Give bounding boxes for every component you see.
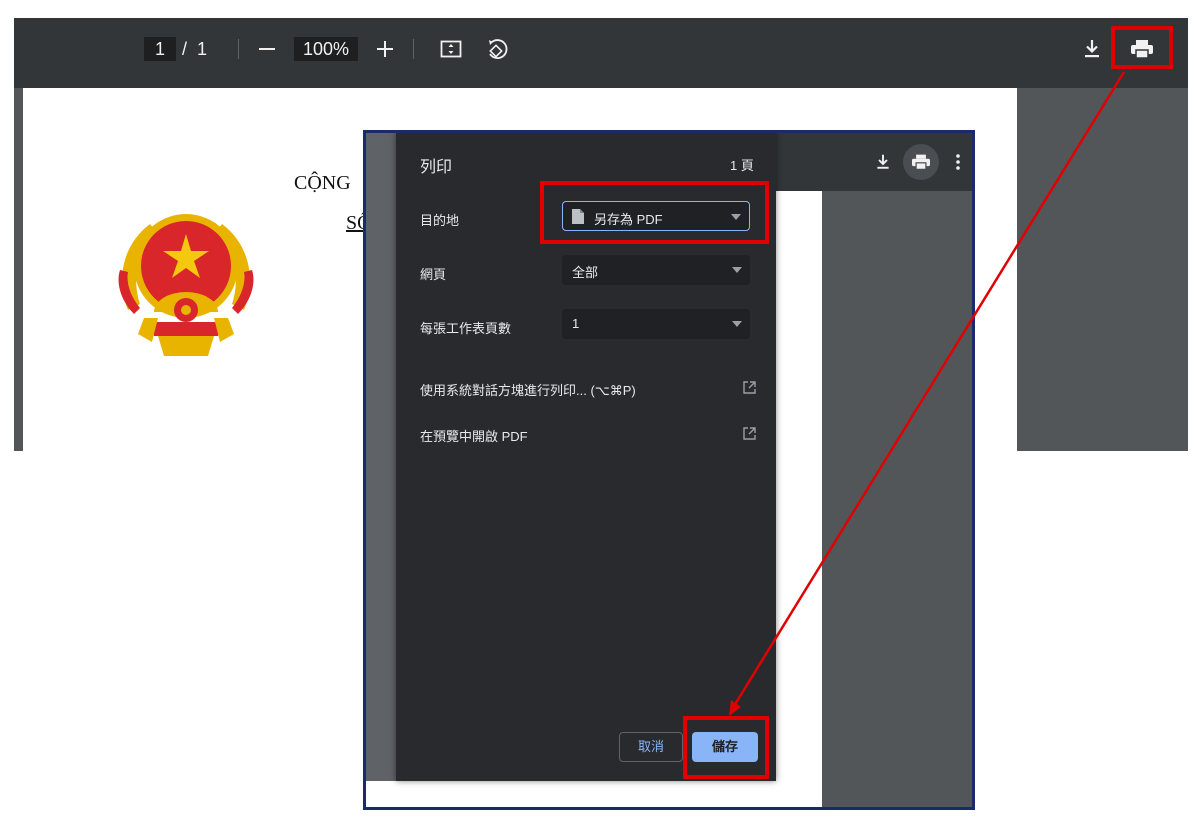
- inset-download-button[interactable]: [872, 151, 894, 173]
- pages-per-sheet-select[interactable]: 1: [562, 309, 750, 339]
- inset-more-button[interactable]: [951, 151, 965, 173]
- rotate-button[interactable]: [484, 36, 510, 62]
- fit-page-button[interactable]: [438, 36, 464, 62]
- open-preview-link[interactable]: 在預覽中開啟 PDF: [420, 426, 756, 446]
- destination-highlight-box: [540, 181, 769, 244]
- zoom-input[interactable]: 100%: [294, 37, 358, 61]
- current-page-input[interactable]: 1: [144, 37, 176, 61]
- inset-preview-page: [776, 191, 822, 807]
- pages-label: 網頁: [420, 267, 447, 282]
- zoom-out-button[interactable]: [256, 38, 278, 60]
- system-dialog-label: 使用系統對話方塊進行列印... (⌥⌘P): [420, 383, 636, 398]
- toolbar-divider: [413, 39, 414, 59]
- toolbar-divider: [238, 39, 239, 59]
- print-icon: [912, 154, 930, 170]
- plus-icon: [377, 41, 393, 57]
- destination-label: 目的地: [420, 213, 460, 228]
- more-vert-icon: [956, 154, 960, 170]
- download-button[interactable]: [1080, 36, 1104, 62]
- fit-page-icon: [440, 40, 462, 58]
- save-highlight-box: [683, 716, 769, 779]
- chevron-down-icon: [732, 321, 742, 327]
- page-separator: /: [182, 39, 188, 59]
- total-pages: 1: [197, 39, 208, 59]
- chevron-down-icon: [732, 267, 742, 273]
- zoom-in-button[interactable]: [374, 38, 396, 60]
- download-icon: [877, 154, 889, 169]
- inset-left-strip: [366, 133, 396, 781]
- document-heading: CỘNG: [294, 172, 351, 194]
- pages-select[interactable]: 全部: [562, 255, 750, 285]
- inset-print-button[interactable]: [903, 144, 939, 180]
- pages-per-sheet-label: 每張工作表頁數: [420, 321, 512, 336]
- system-dialog-link[interactable]: 使用系統對話方塊進行列印... (⌥⌘P): [420, 380, 756, 400]
- inset-bottom-area: [366, 781, 776, 807]
- download-icon: [1085, 40, 1099, 58]
- minus-icon: [259, 48, 275, 50]
- inset-viewer-background: [822, 191, 972, 807]
- viewer-background: [1017, 88, 1188, 451]
- pages-value: 全部: [572, 265, 599, 280]
- vietnam-emblem: [118, 214, 254, 356]
- open-preview-label: 在預覽中開啟 PDF: [420, 429, 528, 444]
- page-count: 1 頁: [730, 158, 754, 173]
- cancel-button[interactable]: 取消: [619, 732, 683, 762]
- pdf-viewer-toolbar: [14, 18, 1188, 88]
- open-external-icon: [743, 381, 756, 394]
- dialog-title: 列印: [420, 159, 453, 176]
- open-external-icon: [743, 427, 756, 440]
- print-highlight-box: [1111, 26, 1173, 69]
- viewer-side-strip: [14, 88, 23, 451]
- rotate-icon: [489, 39, 508, 59]
- pages-per-sheet-value: 1: [572, 316, 580, 331]
